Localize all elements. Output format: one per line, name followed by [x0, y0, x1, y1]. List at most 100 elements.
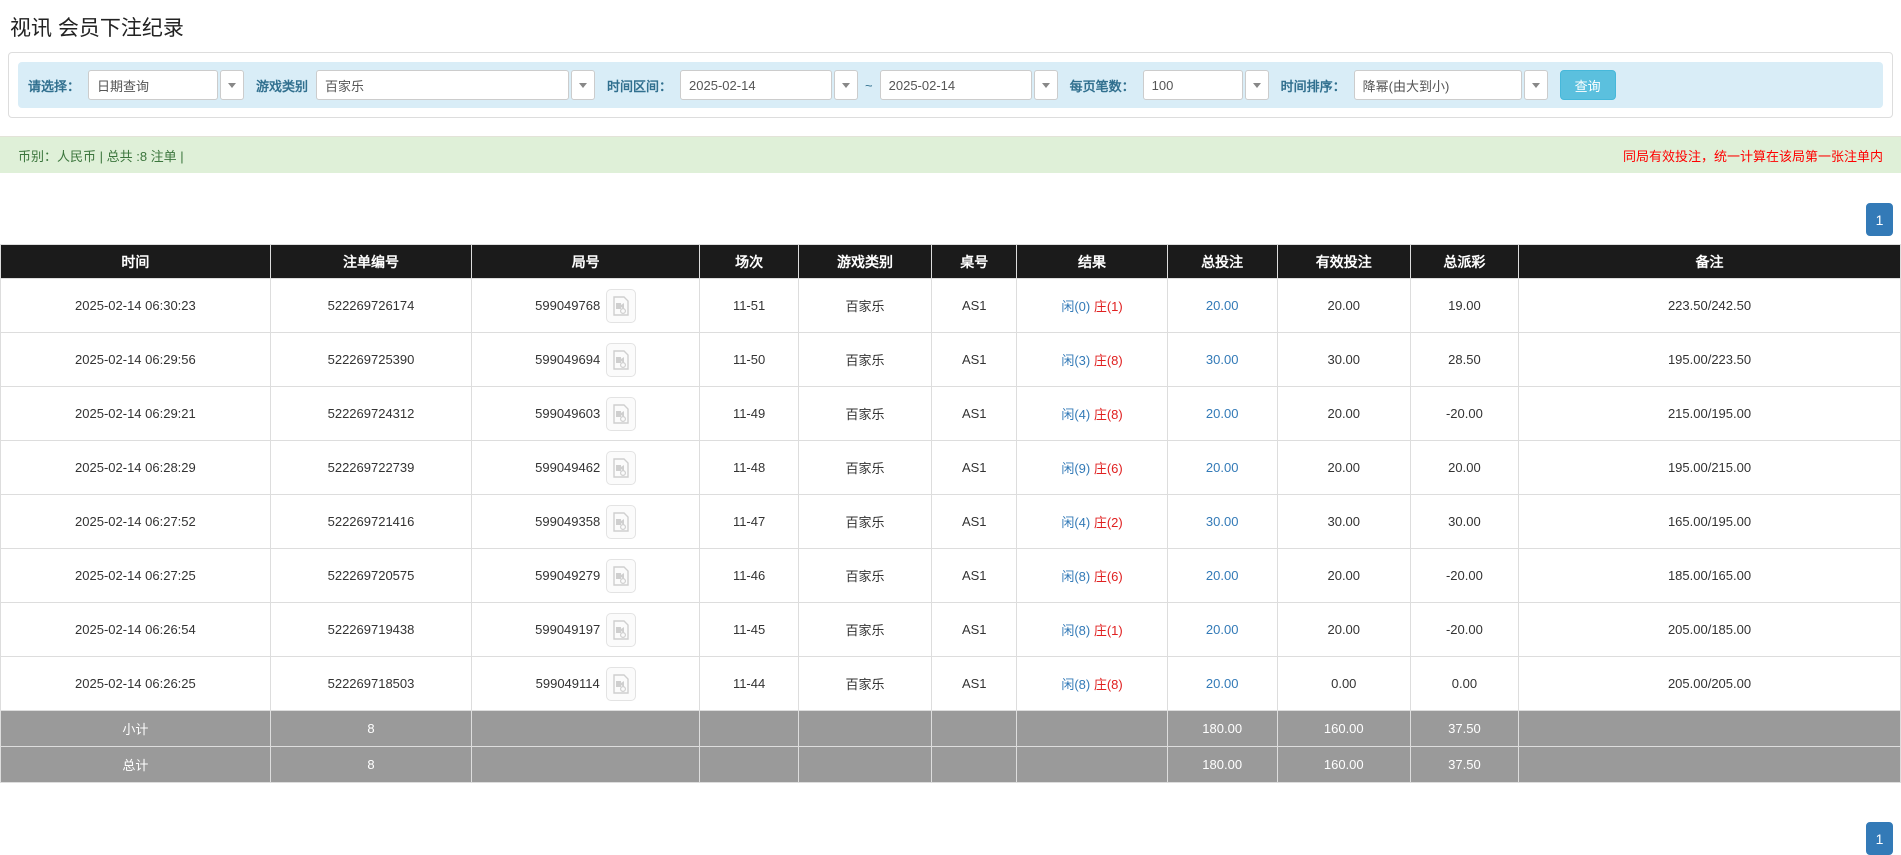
- cell-session: 11-50: [699, 332, 799, 387]
- page-1-button[interactable]: 1: [1866, 203, 1893, 236]
- cell-time: 2025-02-14 06:26:54: [0, 602, 271, 657]
- video-replay-button[interactable]: [606, 288, 637, 323]
- cell-result: 闲(9) 庄(6): [1016, 440, 1168, 495]
- result-banker-value: 庄(8): [1093, 353, 1123, 368]
- cell-round-id: 599049694: [471, 332, 701, 387]
- cell-result: 闲(8) 庄(6): [1016, 548, 1168, 603]
- cell-result: 闲(4) 庄(8): [1016, 386, 1168, 441]
- cell-result: 闲(3) 庄(8): [1016, 332, 1168, 387]
- cell-payout: 19.00: [1409, 278, 1520, 333]
- video-replay-button[interactable]: [606, 612, 637, 647]
- column-header-4: 游戏类别: [797, 244, 932, 279]
- result-banker-value: 庄(2): [1093, 515, 1123, 530]
- video-replay-button[interactable]: [606, 504, 637, 539]
- total-bet-link[interactable]: 20.00: [1206, 298, 1239, 313]
- query-type-value[interactable]: 日期查询: [88, 70, 219, 100]
- total-bet-link[interactable]: 30.00: [1206, 514, 1239, 529]
- page-size-dropdown-button[interactable]: [1244, 70, 1269, 100]
- round-id-value: 599049358: [535, 514, 601, 529]
- sort-dropdown-button[interactable]: [1523, 70, 1548, 100]
- total-bet-link[interactable]: 30.00: [1206, 352, 1239, 367]
- cell-game-type: 百家乐: [797, 332, 932, 387]
- date-from-select[interactable]: 2025-02-14: [680, 70, 859, 100]
- sort-value[interactable]: 降幂(由大到小): [1353, 70, 1522, 100]
- subtotal-row: 小计 8 180.00 160.00 37.50: [0, 710, 1901, 747]
- cell-time: 2025-02-14 06:29:21: [0, 386, 271, 441]
- date-to-value[interactable]: 2025-02-14: [879, 70, 1032, 100]
- cell-table-no: AS1: [930, 602, 1018, 657]
- cell-total-bet: 20.00: [1166, 548, 1278, 603]
- result-banker-value: 庄(1): [1093, 299, 1123, 314]
- summary-empty: [1518, 746, 1901, 783]
- cell-valid-bet: 20.00: [1276, 440, 1411, 495]
- video-replay-button[interactable]: [605, 666, 636, 701]
- total-bet-link[interactable]: 20.00: [1206, 676, 1239, 691]
- filter-bar: 请选择： 日期查询 游戏类别 百家乐 时间区间： 2025-02-14 ~ 20…: [18, 62, 1883, 108]
- query-type-select[interactable]: 日期查询: [88, 70, 245, 100]
- game-type-dropdown-button[interactable]: [571, 70, 596, 100]
- cell-table-no: AS1: [930, 656, 1018, 711]
- cell-round-id: 599049603: [471, 386, 701, 441]
- page-1-button[interactable]: 1: [1866, 822, 1893, 855]
- cell-table-no: AS1: [930, 548, 1018, 603]
- result-banker-value: 庄(1): [1093, 623, 1123, 638]
- total-bet-link[interactable]: 20.00: [1206, 568, 1239, 583]
- cell-time: 2025-02-14 06:30:23: [0, 278, 271, 333]
- valid-bet-notice-text: 同局有效投注，统一计算在该局第一张注单内: [1622, 148, 1883, 164]
- cell-session: 11-46: [699, 548, 799, 603]
- cell-valid-bet: 0.00: [1276, 656, 1411, 711]
- video-replay-button[interactable]: [606, 450, 637, 485]
- game-type-value[interactable]: 百家乐: [316, 70, 570, 100]
- result-player-value: 闲(4): [1061, 407, 1091, 422]
- summary-count: 8: [269, 746, 473, 783]
- table-row: 2025-02-14 06:26:54 522269719438 599049197…: [0, 602, 1901, 657]
- page-size-select[interactable]: 100: [1142, 70, 1269, 100]
- cell-round-id: 599049197: [471, 602, 701, 657]
- summary-empty: [1518, 710, 1901, 747]
- column-header-6: 结果: [1016, 244, 1168, 279]
- video-replay-button[interactable]: [606, 342, 637, 377]
- game-type-select[interactable]: 百家乐: [316, 70, 596, 100]
- search-button[interactable]: 查询: [1559, 70, 1616, 100]
- video-file-icon: [613, 673, 629, 694]
- sort-select[interactable]: 降幂(由大到小): [1353, 70, 1548, 100]
- summary-label: 小计: [0, 710, 271, 747]
- column-header-9: 总派彩: [1409, 244, 1520, 279]
- table-row: 2025-02-14 06:28:29 522269722739 599049462…: [0, 440, 1901, 495]
- total-bet-link[interactable]: 20.00: [1206, 622, 1239, 637]
- video-replay-button[interactable]: [606, 396, 637, 431]
- date-to-select[interactable]: 2025-02-14: [879, 70, 1058, 100]
- result-player-value: 闲(4): [1061, 515, 1091, 530]
- cell-payout: -20.00: [1409, 548, 1520, 603]
- summary-empty: [930, 710, 1018, 747]
- date-to-dropdown-button[interactable]: [1033, 70, 1058, 100]
- cell-round-id: 599049768: [471, 278, 701, 333]
- total-bet-link[interactable]: 20.00: [1206, 406, 1239, 421]
- cell-time: 2025-02-14 06:28:29: [0, 440, 271, 495]
- filter-panel: 请选择： 日期查询 游戏类别 百家乐 时间区间： 2025-02-14 ~ 20…: [8, 52, 1893, 118]
- cell-note: 165.00/195.00: [1518, 494, 1901, 549]
- cell-valid-bet: 30.00: [1276, 494, 1411, 549]
- cell-bet-id: 522269721416: [269, 494, 473, 549]
- cell-session: 11-51: [699, 278, 799, 333]
- cell-total-bet: 30.00: [1166, 332, 1278, 387]
- cell-result: 闲(4) 庄(2): [1016, 494, 1168, 549]
- round-id-group: 599049358: [473, 504, 699, 539]
- summary-valid-bet: 160.00: [1276, 710, 1411, 747]
- video-replay-button[interactable]: [606, 558, 637, 593]
- cell-table-no: AS1: [930, 278, 1018, 333]
- round-id-group: 599049768: [473, 288, 699, 323]
- query-type-dropdown-button[interactable]: [220, 70, 245, 100]
- summary-total-bet: 180.00: [1166, 746, 1278, 783]
- cell-valid-bet: 20.00: [1276, 278, 1411, 333]
- result-banker-value: 庄(8): [1093, 407, 1123, 422]
- cell-note: 185.00/165.00: [1518, 548, 1901, 603]
- result-player-value: 闲(8): [1061, 677, 1091, 692]
- video-file-icon: [613, 349, 629, 370]
- date-from-dropdown-button[interactable]: [834, 70, 859, 100]
- page-size-value[interactable]: 100: [1142, 70, 1243, 100]
- round-id-value: 599049114: [535, 676, 600, 691]
- total-bet-link[interactable]: 20.00: [1206, 460, 1239, 475]
- cell-valid-bet: 20.00: [1276, 602, 1411, 657]
- date-from-value[interactable]: 2025-02-14: [680, 70, 833, 100]
